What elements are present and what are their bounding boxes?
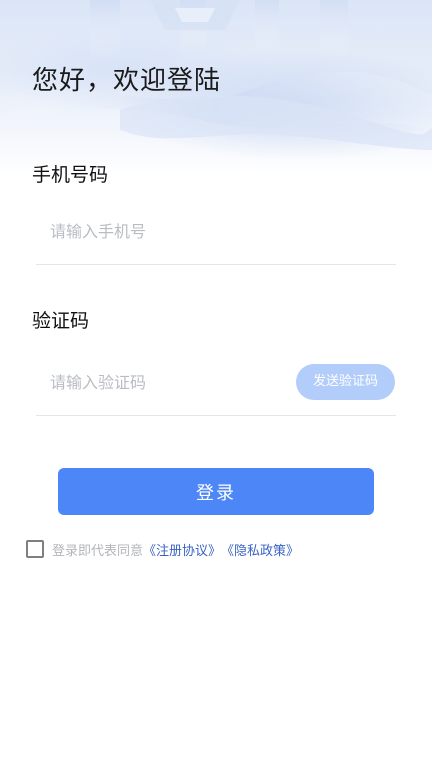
page-title: 您好，欢迎登陆 (32, 66, 222, 96)
verification-code-label: 验证码 (32, 310, 90, 332)
privacy-link[interactable]: 《隐私政策》 (221, 540, 299, 559)
agreement-checkbox[interactable] (26, 540, 44, 558)
phone-divider (36, 264, 396, 265)
terms-link[interactable]: 《注册协议》 (143, 540, 221, 559)
code-divider (36, 415, 396, 416)
phone-input[interactable] (36, 211, 396, 251)
verification-code-input[interactable] (36, 362, 290, 402)
agreement-row: 登录即代表同意 《注册协议》 《隐私政策》 (26, 538, 299, 560)
agreement-text: 登录即代表同意 (52, 543, 144, 559)
phone-label: 手机号码 (32, 164, 109, 186)
login-button[interactable]: 登录 (58, 468, 374, 515)
login-screen: 您好，欢迎登陆 手机号码 验证码 发送验证码 登录 登录即代表同意 《注册协议》… (0, 0, 432, 768)
send-code-button[interactable]: 发送验证码 (296, 364, 395, 400)
